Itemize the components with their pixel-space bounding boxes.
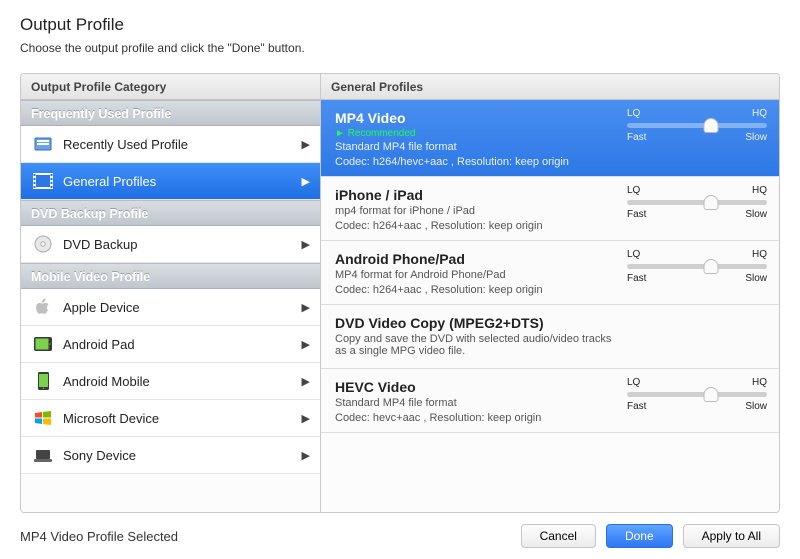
status-label: MP4 Video Profile Selected (20, 529, 511, 544)
tablet-icon (33, 334, 53, 354)
lq-label: LQ (627, 185, 640, 196)
category-column: Output Profile Category Frequently Used … (21, 74, 321, 512)
chevron-right-icon: ▶ (302, 175, 310, 188)
profile-desc: Copy and save the DVD with selected audi… (335, 333, 765, 357)
slider-track[interactable] (627, 123, 767, 128)
profile-header: General Profiles (321, 74, 779, 100)
lq-label: LQ (627, 108, 640, 119)
main-panel: Output Profile Category Frequently Used … (20, 73, 780, 513)
chevron-right-icon: ▶ (302, 375, 310, 388)
quality-slider[interactable]: LQ HQ Fast Slow (627, 249, 767, 284)
profile-item[interactable]: Android Phone/PadMP4 format for Android … (321, 241, 779, 305)
output-profile-window: Output Profile Choose the output profile… (0, 0, 800, 559)
chevron-right-icon: ▶ (302, 301, 310, 314)
profile-title: DVD Video Copy (MPEG2+DTS) (335, 315, 765, 331)
slow-label: Slow (745, 401, 767, 412)
category-header: Output Profile Category (21, 74, 320, 100)
profile-codec: Codec: hevc+aac , Resolution: keep origi… (335, 412, 765, 424)
profile-codec: Codec: h264+aac , Resolution: keep origi… (335, 220, 765, 232)
profile-item[interactable]: DVD Video Copy (MPEG2+DTS) Copy and save … (321, 305, 779, 369)
category-label: General Profiles (63, 174, 302, 189)
slow-label: Slow (745, 273, 767, 284)
apply-to-all-button[interactable]: Apply to All (683, 524, 780, 548)
dialog-title: Output Profile (20, 15, 780, 35)
category-label: Android Pad (63, 337, 302, 352)
category-label: Microsoft Device (63, 411, 302, 426)
profile-item[interactable]: iPhone / iPadmp4 format for iPhone / iPa… (321, 177, 779, 241)
category-group-header: Mobile Video Profile (21, 263, 320, 289)
fast-label: Fast (627, 209, 646, 220)
category-label: Recently Used Profile (63, 137, 302, 152)
slider-knob[interactable] (704, 195, 719, 210)
cancel-button[interactable]: Cancel (521, 524, 596, 548)
recent-icon (33, 134, 53, 154)
category-group-header: DVD Backup Profile (21, 200, 320, 226)
apple-icon (33, 297, 53, 317)
category-item-sony[interactable]: Sony Device▶ (21, 437, 320, 474)
category-item-amob[interactable]: Android Mobile▶ (21, 363, 320, 400)
slider-track[interactable] (627, 264, 767, 269)
category-group-header: Frequently Used Profile (21, 100, 320, 126)
category-list[interactable]: Frequently Used ProfileRecently Used Pro… (21, 100, 320, 512)
slow-label: Slow (745, 132, 767, 143)
chevron-right-icon: ▶ (302, 338, 310, 351)
lq-label: LQ (627, 249, 640, 260)
fast-label: Fast (627, 273, 646, 284)
slider-knob[interactable] (704, 118, 719, 133)
profile-column: General Profiles MP4 Video► RecommendedS… (321, 74, 779, 512)
category-item-apple[interactable]: Apple Device▶ (21, 289, 320, 326)
done-button[interactable]: Done (606, 524, 673, 548)
chevron-right-icon: ▶ (302, 449, 310, 462)
category-label: Sony Device (63, 448, 302, 463)
chevron-right-icon: ▶ (302, 238, 310, 251)
chevron-right-icon: ▶ (302, 138, 310, 151)
fast-label: Fast (627, 401, 646, 412)
profile-item[interactable]: HEVC VideoStandard MP4 file formatCodec:… (321, 369, 779, 433)
chevron-right-icon: ▶ (302, 412, 310, 425)
category-item-dvdbk[interactable]: DVD Backup▶ (21, 226, 320, 263)
category-item-ms[interactable]: Microsoft Device▶ (21, 400, 320, 437)
dialog-header: Output Profile Choose the output profile… (0, 0, 800, 65)
category-item-apad[interactable]: Android Pad▶ (21, 326, 320, 363)
profile-codec: Codec: h264+aac , Resolution: keep origi… (335, 284, 765, 296)
disc-icon (33, 234, 53, 254)
dialog-subtitle: Choose the output profile and click the … (20, 41, 780, 55)
slider-track[interactable] (627, 200, 767, 205)
profile-list[interactable]: MP4 Video► RecommendedStandard MP4 file … (321, 100, 779, 512)
profile-codec: Codec: h264/hevc+aac , Resolution: keep … (335, 156, 765, 168)
category-item-recent[interactable]: Recently Used Profile▶ (21, 126, 320, 163)
slider-knob[interactable] (704, 259, 719, 274)
slider-track[interactable] (627, 392, 767, 397)
slow-label: Slow (745, 209, 767, 220)
quality-slider[interactable]: LQ HQ Fast Slow (627, 108, 767, 143)
film-icon (33, 171, 53, 191)
category-label: Apple Device (63, 300, 302, 315)
footer-bar: MP4 Video Profile Selected Cancel Done A… (0, 513, 800, 559)
fast-label: Fast (627, 132, 646, 143)
category-label: DVD Backup (63, 237, 302, 252)
hq-label: HQ (752, 185, 767, 196)
category-label: Android Mobile (63, 374, 302, 389)
windows-icon (33, 408, 53, 428)
hq-label: HQ (752, 377, 767, 388)
slider-knob[interactable] (704, 387, 719, 402)
profile-item[interactable]: MP4 Video► RecommendedStandard MP4 file … (321, 100, 779, 177)
hq-label: HQ (752, 108, 767, 119)
lq-label: LQ (627, 377, 640, 388)
phone-icon (33, 371, 53, 391)
sony-icon (33, 445, 53, 465)
hq-label: HQ (752, 249, 767, 260)
quality-slider[interactable]: LQ HQ Fast Slow (627, 377, 767, 412)
quality-slider[interactable]: LQ HQ Fast Slow (627, 185, 767, 220)
category-item-general[interactable]: General Profiles▶ (21, 163, 320, 200)
